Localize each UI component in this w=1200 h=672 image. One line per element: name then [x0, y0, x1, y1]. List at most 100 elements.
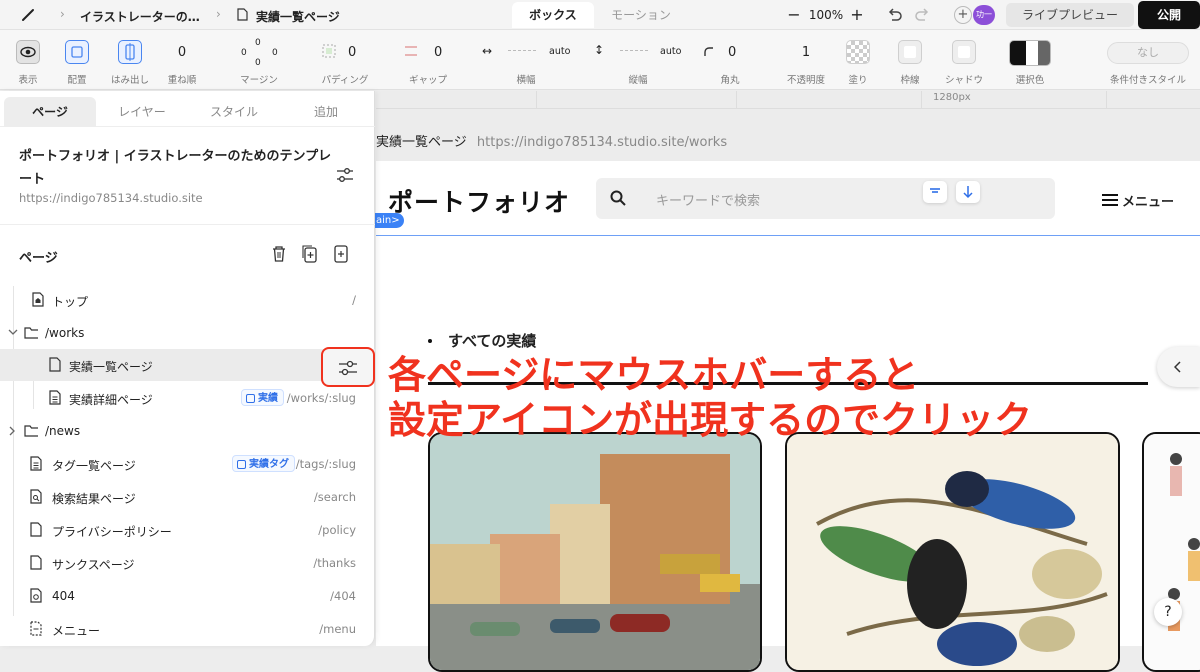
site-logo[interactable]: ポートフォリオ [388, 183, 570, 219]
page-settings-button[interactable] [321, 347, 375, 387]
height-value[interactable]: auto [660, 46, 681, 57]
work-card-birds[interactable] [785, 432, 1120, 672]
tab-motion[interactable]: モーション [597, 2, 685, 28]
shadow-label: シャドウ [944, 75, 983, 86]
bullet-dot [428, 339, 432, 343]
border-tool[interactable]: 枠線 [892, 30, 928, 90]
collection-page-icon [30, 456, 42, 471]
fill-tool[interactable]: 塗り [840, 30, 876, 90]
width-input[interactable] [508, 50, 536, 51]
height-tool[interactable]: ↕ auto 縦幅 [590, 30, 686, 90]
trash-icon[interactable] [271, 245, 287, 263]
tab-styles[interactable]: スタイル [188, 97, 280, 127]
zoom-in-button[interactable]: + [848, 3, 866, 27]
opacity-value[interactable]: 1 [784, 45, 828, 60]
padding-value[interactable]: 0 [348, 45, 356, 60]
radius-value[interactable]: 0 [728, 45, 736, 60]
overflow-tool[interactable]: はみ出し [110, 30, 150, 90]
selection-color-tool[interactable]: 選択色 [1006, 30, 1054, 90]
folder-name: /news [45, 424, 81, 438]
publish-button[interactable]: 公開 [1138, 1, 1200, 29]
work-card-fashion[interactable] [1142, 432, 1200, 672]
breadcrumb-project[interactable]: イラストレーターの… [80, 8, 200, 25]
redo-icon[interactable] [914, 8, 930, 22]
main-element-tag[interactable]: ain> [372, 213, 404, 228]
margin-left-value[interactable]: 0 [241, 48, 247, 58]
horizontal-arrows-icon: ↔ [482, 44, 493, 58]
page-row-works-list[interactable]: 実績一覧ページ [0, 347, 375, 387]
zindex-value[interactable]: 0 [162, 45, 202, 60]
filter-icon[interactable] [923, 181, 947, 203]
site-menu-label[interactable]: メニュー [1122, 191, 1174, 210]
birds-illustration [787, 434, 1118, 670]
height-input[interactable] [620, 50, 648, 51]
menu-page-icon [30, 621, 42, 636]
page-name: タグ一覧ページ [52, 459, 136, 473]
live-preview-button[interactable]: ライブプレビュー [1006, 3, 1134, 27]
page-row-menu[interactable]: メニュー /menu [0, 613, 375, 645]
page-row-privacy[interactable]: プライバシーポリシー /policy [0, 514, 375, 546]
tab-box[interactable]: ボックス [512, 2, 594, 28]
page-row-works-detail[interactable]: 実績詳細ページ 実績 /works/:slug [0, 382, 375, 414]
tab-add[interactable]: 追加 [280, 97, 372, 127]
undo-icon[interactable] [887, 8, 903, 22]
collapse-right-panel-button[interactable] [1157, 347, 1200, 387]
page-frame-name[interactable]: 実績一覧ページ [376, 135, 467, 150]
add-page-icon[interactable] [333, 245, 349, 263]
tab-layers[interactable]: レイヤー [96, 97, 188, 127]
page-icon [30, 555, 42, 570]
margin-right-value[interactable]: 0 [272, 48, 278, 58]
folder-row-works[interactable]: /works [0, 317, 375, 349]
site-settings-icon[interactable] [336, 167, 354, 183]
page-row-404[interactable]: 404 /404 [0, 580, 375, 612]
add-member-icon[interactable]: + [954, 6, 972, 24]
home-page-icon [32, 292, 44, 307]
page-icon [237, 8, 248, 21]
breadcrumb-page[interactable]: 実績一覧ページ [256, 8, 340, 25]
margin-bottom-value[interactable]: 0 [255, 58, 261, 68]
shadow-tool[interactable]: シャドウ [942, 30, 986, 90]
page-row-top[interactable]: トップ / [0, 284, 375, 316]
zoom-out-button[interactable]: − [785, 3, 803, 27]
tab-pages[interactable]: ページ [4, 97, 96, 127]
page-icon [49, 357, 61, 372]
margin-tool[interactable]: 0 0 0 0 マージン [234, 30, 284, 90]
conditional-style-tool[interactable]: なし 条件付きスタイル [1104, 30, 1192, 90]
duplicate-page-icon[interactable] [302, 245, 318, 263]
arrow-down-icon[interactable] [956, 181, 980, 203]
page-row-tags[interactable]: タグ一覧ページ 実績タグ /tags/:slug [0, 448, 375, 480]
gap-tool[interactable]: 0 ギャップ [400, 30, 456, 90]
zindex-tool[interactable]: 0 重ね順 [162, 30, 202, 90]
gap-value[interactable]: 0 [434, 45, 442, 60]
width-tool[interactable]: ↔ auto 横幅 [478, 30, 574, 90]
zoom-level[interactable]: 100% [808, 3, 844, 27]
hamburger-icon[interactable] [1102, 194, 1118, 206]
display-tool[interactable]: 表示 [14, 30, 42, 90]
help-button[interactable]: ? [1154, 598, 1182, 626]
layout-tool[interactable]: 配置 [62, 30, 92, 90]
pen-icon[interactable] [20, 7, 36, 23]
folder-row-news[interactable]: /news [0, 415, 375, 447]
padding-tool[interactable]: 0 パディング [318, 30, 372, 90]
work-card-street[interactable] [428, 432, 762, 672]
avatar[interactable]: 功一 [973, 5, 995, 25]
radius-label: 角丸 [720, 75, 740, 86]
page-icon [30, 522, 42, 537]
conditional-style-select[interactable]: なし [1107, 42, 1189, 64]
site-search-input[interactable]: キーワードで検索 [656, 190, 760, 209]
layout-icon [65, 40, 89, 64]
width-value[interactable]: auto [549, 46, 570, 57]
page-row-thanks[interactable]: サンクスページ /thanks [0, 547, 375, 579]
chevron-down-icon[interactable] [8, 329, 18, 337]
site-title: ポートフォリオ | イラストレーターのためのテンプレート [19, 149, 332, 187]
radius-tool[interactable]: 0 角丸 [700, 30, 760, 90]
canvas[interactable]: 1280px 実績一覧ページ https://indigo785134.stud… [372, 91, 1200, 672]
margin-top-value[interactable]: 0 [255, 38, 261, 48]
page-frame-header: 実績一覧ページ https://indigo785134.studio.site… [376, 131, 727, 150]
opacity-tool[interactable]: 1 不透明度 [784, 30, 828, 90]
page-row-search[interactable]: 検索結果ページ /search [0, 481, 375, 513]
selection-outline [376, 235, 1200, 236]
site-search-bar[interactable]: キーワードで検索 [596, 178, 1055, 219]
chevron-right-icon[interactable] [9, 426, 17, 436]
page-path: /policy [318, 523, 356, 537]
